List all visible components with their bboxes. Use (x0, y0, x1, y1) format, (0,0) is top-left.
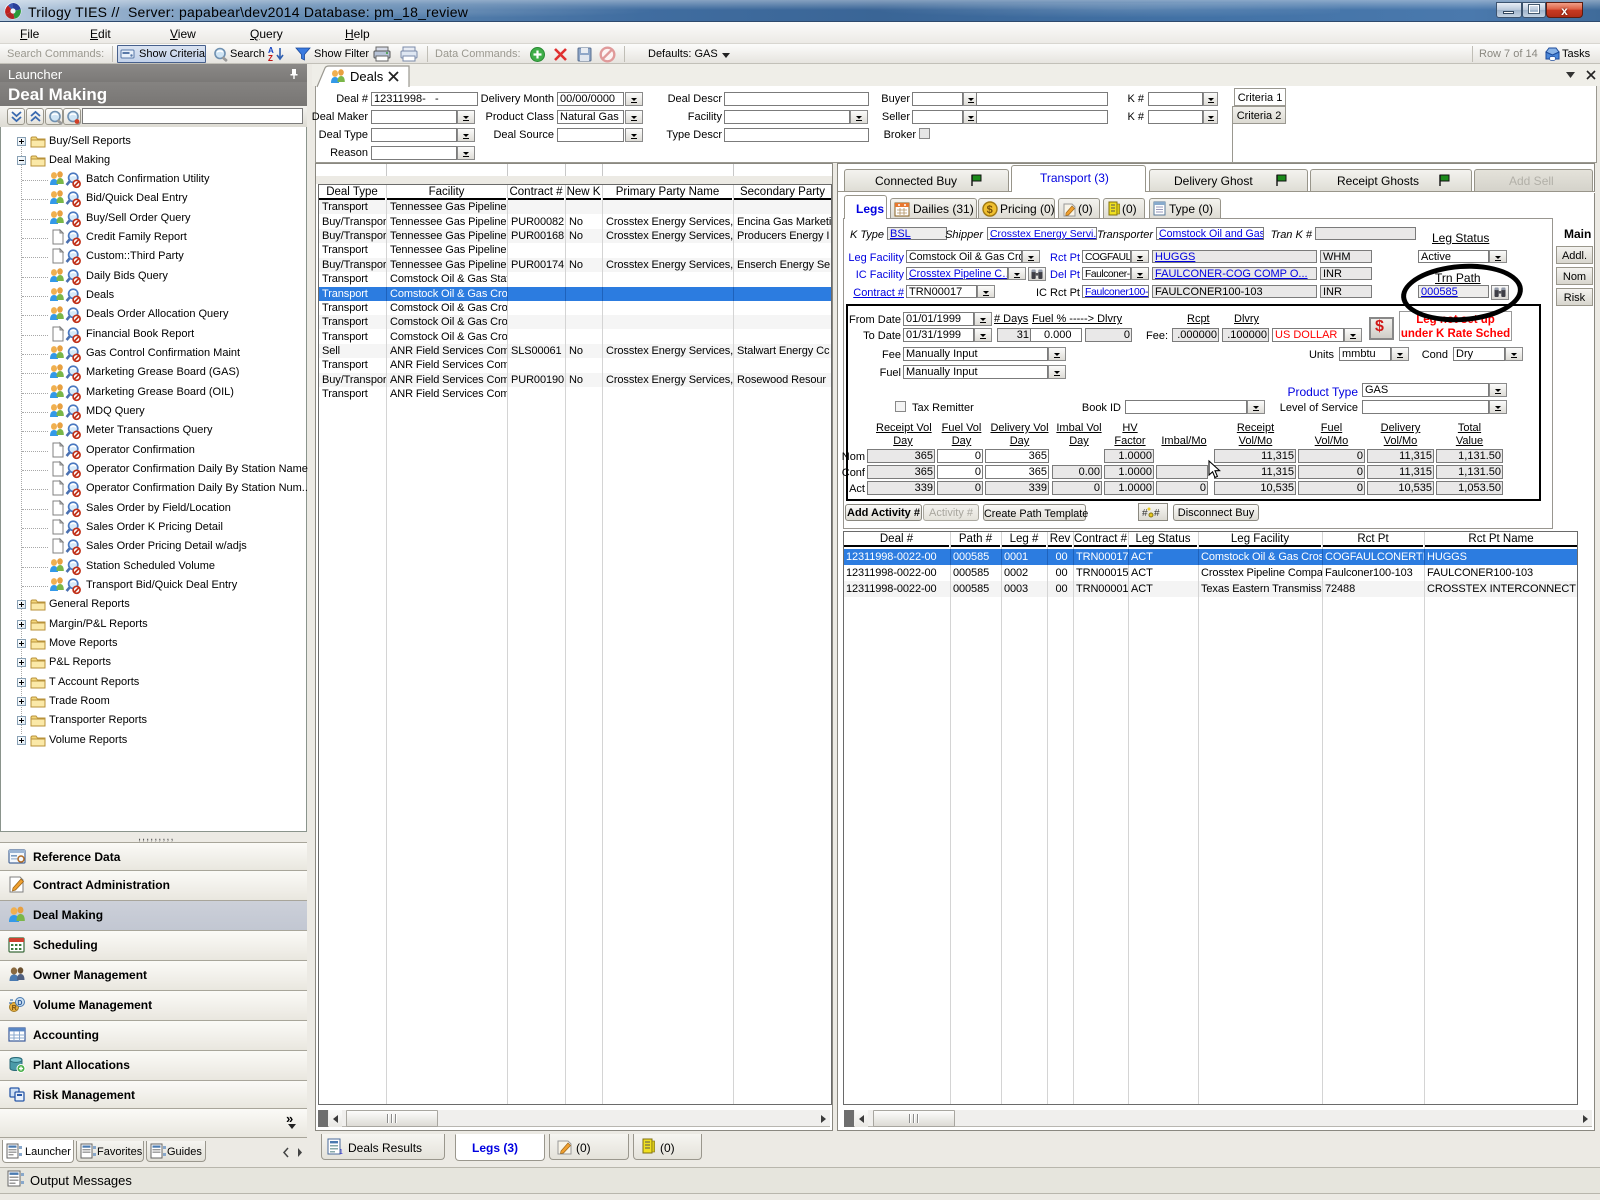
svg-text:1: 1 (339, 1149, 343, 1156)
svg-text:#: # (1142, 508, 1148, 519)
svg-text:Z: Z (268, 54, 273, 63)
svg-text:$: $ (987, 204, 993, 216)
svg-text:#: # (1154, 508, 1160, 519)
svg-text:D: D (17, 1000, 22, 1007)
svg-text:R: R (12, 1005, 17, 1012)
